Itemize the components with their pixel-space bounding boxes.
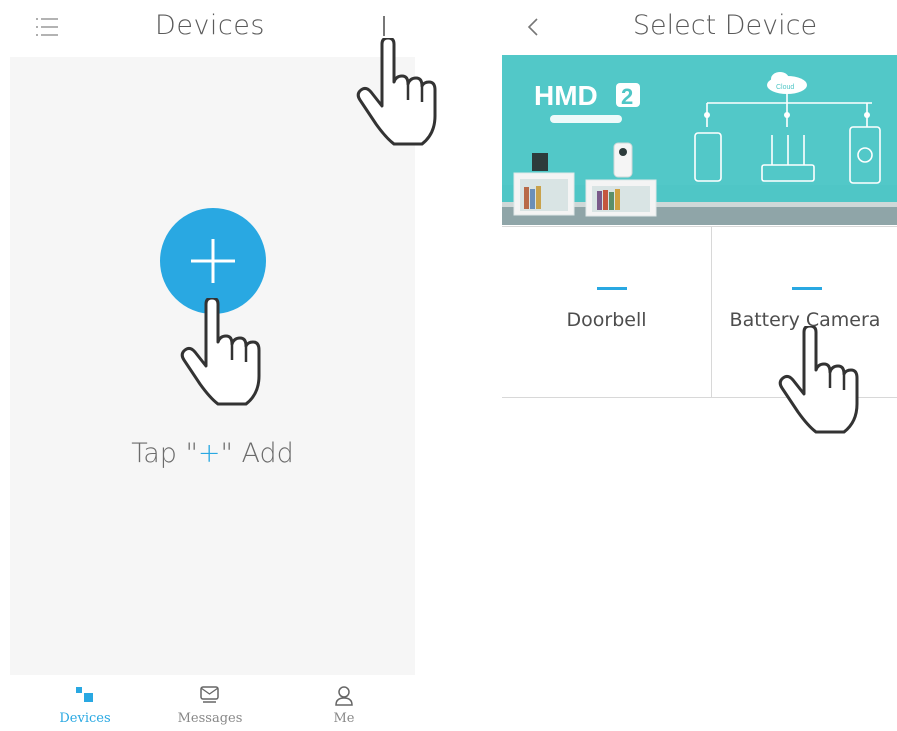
- product-banner: HMD 2 Cloud: [502, 55, 897, 225]
- brand-logo: HMD: [534, 80, 598, 111]
- tap-add-hint: Tap "+" Add: [131, 438, 294, 469]
- bottom-tab-bar: Devices Messages Me: [10, 675, 415, 731]
- hand-pointer-icon: [778, 326, 859, 434]
- svg-text:Cloud: Cloud: [776, 84, 794, 91]
- hand-pointer-icon: [180, 298, 261, 406]
- page-title: Devices: [155, 10, 265, 41]
- tab-label: Devices: [59, 711, 111, 726]
- tab-devices[interactable]: Devices: [30, 675, 140, 731]
- svg-text:2: 2: [621, 84, 633, 109]
- accent-dash: [792, 287, 822, 290]
- back-chevron-icon[interactable]: [522, 10, 544, 44]
- person-icon: [333, 685, 355, 713]
- page-title: Select Device: [632, 10, 818, 41]
- tab-label: Me: [333, 711, 355, 726]
- device-option-doorbell[interactable]: Doorbell: [502, 227, 711, 397]
- tab-me[interactable]: Me: [289, 675, 399, 731]
- devices-icon: [74, 685, 96, 709]
- messages-icon: [199, 685, 221, 709]
- accent-dash: [597, 287, 627, 290]
- device-label: Doorbell: [566, 309, 647, 331]
- hand-pointer-icon: [356, 38, 437, 146]
- tab-label: Messages: [177, 711, 243, 726]
- menu-list-icon[interactable]: [34, 14, 60, 40]
- tab-messages[interactable]: Messages: [155, 675, 265, 731]
